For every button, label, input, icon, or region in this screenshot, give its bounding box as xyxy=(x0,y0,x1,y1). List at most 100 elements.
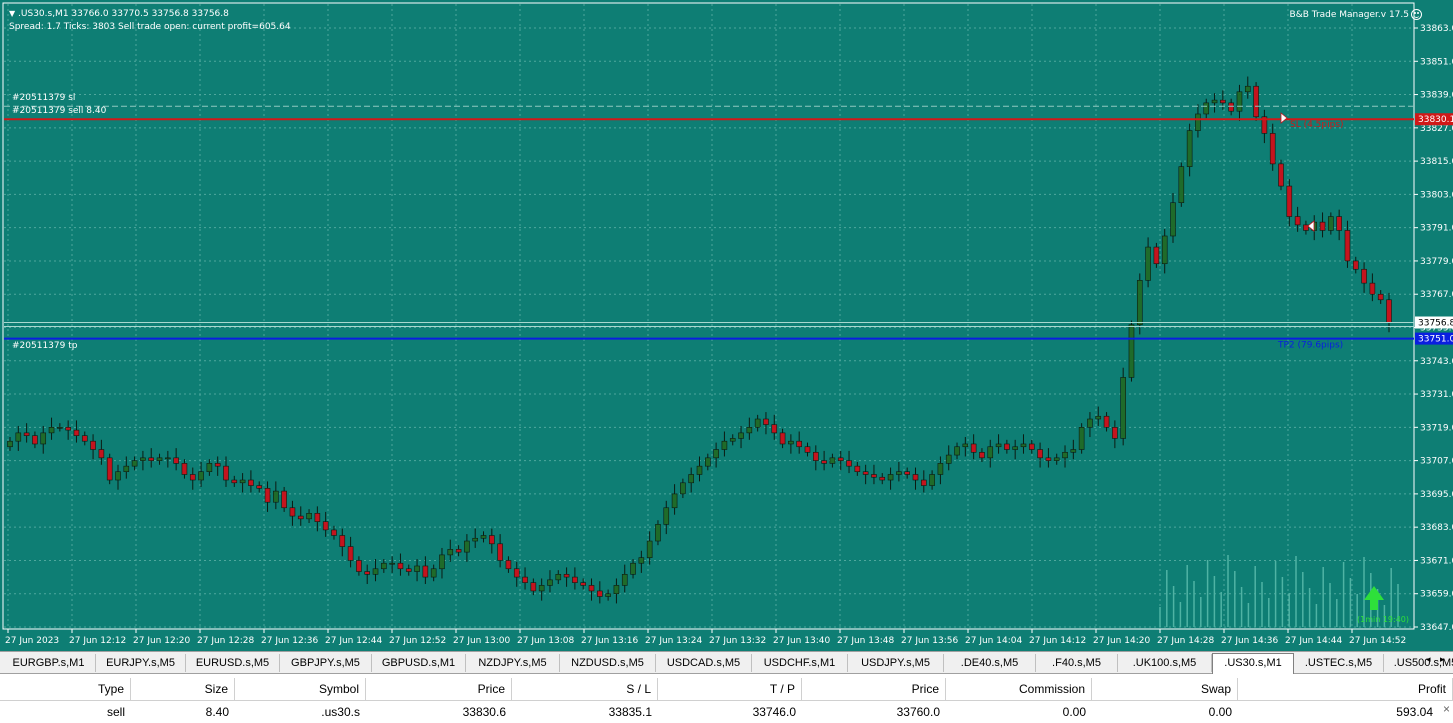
candle-body xyxy=(1195,113,1201,131)
close-trade-icon[interactable]: × xyxy=(1443,702,1450,716)
candle-body xyxy=(314,513,321,522)
time-axis-label: 27 Jun 12:20 xyxy=(133,636,190,646)
chart-menu-chevron-icon[interactable]: ▼ xyxy=(9,9,15,18)
column-header[interactable]: Price xyxy=(366,678,512,700)
price-axis-label: 33659.0 xyxy=(1420,590,1453,600)
candle-body xyxy=(181,463,188,475)
candle-body xyxy=(1269,133,1276,165)
tab-usdchf-s-m1[interactable]: USDCHF.s,M1 xyxy=(752,654,848,672)
candle-body xyxy=(1303,224,1309,231)
candle-body xyxy=(879,476,886,481)
take-profit-price-text: 33751.0 xyxy=(1418,335,1453,345)
price-axis-label: 33791.0 xyxy=(1420,224,1453,234)
tab-eurusd-s-m5[interactable]: EURUSD.s,M5 xyxy=(186,654,280,672)
candle-body xyxy=(447,549,454,556)
time-axis-label: 27 Jun 12:52 xyxy=(389,636,446,646)
candle-body xyxy=(1170,202,1176,237)
tab-nzdusd-s-m5[interactable]: NZDUSD.s,M5 xyxy=(560,654,656,672)
column-header[interactable]: S / L xyxy=(512,678,658,700)
candle-body xyxy=(646,540,653,558)
price-axis-label: 33707.0 xyxy=(1420,457,1453,467)
candle-body xyxy=(464,540,470,553)
candle-body xyxy=(655,524,661,542)
column-header[interactable]: Commission xyxy=(946,678,1092,700)
candle-body xyxy=(90,440,96,450)
tab-ustec-s-m5[interactable]: .USTEC.s,M5 xyxy=(1294,654,1384,672)
column-header[interactable]: T / P xyxy=(658,678,802,700)
price-axis-label: 33803.0 xyxy=(1420,190,1453,200)
candle-body xyxy=(430,568,437,578)
price-axis-label: 33743.0 xyxy=(1420,357,1453,367)
candle-body xyxy=(580,582,586,586)
order-tp-label: #20511379 tp xyxy=(12,341,78,351)
candle-body xyxy=(165,457,171,460)
candle-body xyxy=(1153,246,1160,265)
tab-gbpusd-s-m1[interactable]: GBPUSD.s,M1 xyxy=(372,654,466,672)
column-header[interactable]: Symbol xyxy=(235,678,366,700)
tab-f40-s-m5[interactable]: .F40.s,M5 xyxy=(1036,654,1118,672)
candle-body xyxy=(422,565,429,578)
column-header[interactable]: Price xyxy=(802,678,946,700)
candle-body xyxy=(472,537,479,542)
price-axis-label: 33671.0 xyxy=(1420,556,1453,566)
candle-body xyxy=(995,443,1002,448)
tab-usdjpy-s-m5[interactable]: USDJPY.s,M5 xyxy=(848,654,944,672)
time-axis-label: 27 Jun 13:08 xyxy=(517,636,574,646)
candle-body xyxy=(480,535,487,539)
candle-body xyxy=(65,427,71,431)
candle-body xyxy=(1278,163,1284,187)
candle-body xyxy=(414,565,420,572)
candle-body xyxy=(563,574,570,578)
candle-body xyxy=(1344,230,1351,262)
table-cell: sell xyxy=(106,705,125,719)
candle-body xyxy=(555,574,562,581)
candle-body xyxy=(1352,260,1359,270)
candle-body xyxy=(273,490,279,503)
candle-body xyxy=(405,568,412,572)
smiley-icon[interactable] xyxy=(1411,9,1422,20)
candle-body xyxy=(364,571,371,575)
candle-timer-text: (1min 19:40) xyxy=(1357,615,1409,624)
candle-body xyxy=(173,457,179,464)
column-header[interactable]: Swap xyxy=(1092,678,1238,700)
chart-header-line1: ▼ .US30.s,M1 33766.0 33770.5 33756.8 337… xyxy=(9,9,229,19)
plot-frame xyxy=(2,2,1415,630)
table-row[interactable]: sell 8.40 .us30.s 33830.6 33835.1 33746.0 3376… xyxy=(0,701,1453,723)
tab-uk100-s-m5[interactable]: .UK100.s,M5 xyxy=(1118,654,1212,672)
tab-usdcad-s-m5[interactable]: USDCAD.s,M5 xyxy=(656,654,752,672)
time-axis-label: 27 Jun 14:28 xyxy=(1157,636,1214,646)
candle-body xyxy=(198,471,204,481)
candle-body xyxy=(1053,457,1060,461)
column-header[interactable]: Type xyxy=(0,678,131,700)
column-header[interactable]: Profit xyxy=(1238,678,1453,700)
time-axis-label: 27 Jun 12:28 xyxy=(197,636,254,646)
price-axis-label: 33719.0 xyxy=(1420,423,1453,433)
candle-body xyxy=(1120,377,1126,439)
candle-body xyxy=(372,568,379,575)
time-axis-label: 27 Jun 2023 xyxy=(5,636,59,646)
tab-us500-s-m5[interactable]: .US500.s,M5 xyxy=(1384,654,1453,672)
candle-body xyxy=(1004,443,1010,450)
tab-eurgbp-s-m1[interactable]: EURGBP.s,M1 xyxy=(2,654,96,672)
tab-eurjpy-s-m5[interactable]: EURJPY.s,M5 xyxy=(96,654,186,672)
candle-body xyxy=(729,438,736,442)
candle-body xyxy=(522,576,528,583)
candle-body xyxy=(754,418,761,428)
order-sell-label: #20511379 sell 8.40 xyxy=(12,106,107,116)
candle-body xyxy=(297,515,304,520)
candle-body xyxy=(115,471,121,481)
tab-gbpjpy-s-m5[interactable]: GBPJPY.s,M5 xyxy=(280,654,372,672)
chart-area[interactable]: 33863.0 33851.0 33839.0 33827.0 33815.0 33803… xyxy=(0,0,1453,651)
candle-body xyxy=(605,593,611,597)
tab-us30-s-m1[interactable]: .US30.s,M1 xyxy=(1212,653,1294,674)
candle-body xyxy=(854,465,861,473)
candle-body xyxy=(40,432,47,445)
column-header[interactable]: Size xyxy=(131,678,235,700)
chart-tabs-bar: ◂ ▸ EURGBP.s,M1 EURJPY.s,M5 EURUSD.s,M5 GBP… xyxy=(0,651,1453,674)
candle-body xyxy=(1045,457,1052,461)
stop-loss-price-text: 33830.1 xyxy=(1418,115,1453,125)
tab-nzdjpy-s-m5[interactable]: NZDJPY.s,M5 xyxy=(466,654,560,672)
candle-body xyxy=(937,463,944,475)
tab-de40-s-m5[interactable]: .DE40.s,M5 xyxy=(944,654,1036,672)
candle-body xyxy=(912,474,919,481)
